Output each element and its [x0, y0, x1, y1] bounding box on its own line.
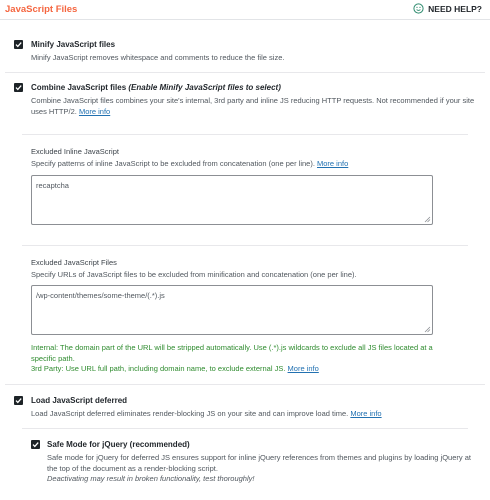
checkmark-icon	[15, 85, 22, 91]
internal-note-text: The domain part of the URL will be strip…	[58, 343, 433, 352]
excluded-inline-js-textarea[interactable]: recaptcha	[31, 175, 433, 225]
section-header: JavaScript Files NEED HELP?	[0, 0, 490, 20]
combine-js-checkbox[interactable]	[14, 83, 23, 92]
combine-js-label-hint: (Enable Minify JavaScript files to selec…	[128, 83, 281, 92]
checkmark-icon	[15, 42, 22, 48]
divider	[22, 245, 468, 246]
safe-mode-jquery-description: Safe mode for jQuery for deferred JS ens…	[47, 453, 487, 485]
excluded-js-files-label: Excluded JavaScript Files	[31, 258, 117, 267]
excluded-inline-js-value: recaptcha	[36, 181, 69, 190]
defer-more-info-link[interactable]: More info	[350, 409, 381, 418]
checkmark-icon	[15, 398, 22, 404]
divider	[22, 428, 468, 429]
safe-mode-description-line2: the top of the document as a render-bloc…	[47, 463, 218, 473]
internal-note-label: Internal:	[31, 343, 59, 352]
excluded-inline-js-label: Excluded Inline JavaScript	[31, 147, 119, 156]
resize-handle-icon[interactable]	[424, 326, 431, 333]
excluded-inline-js-description-text: Specify patterns of inline JavaScript to…	[31, 159, 315, 168]
checkmark-icon	[32, 442, 39, 448]
safe-mode-jquery-label: Safe Mode for jQuery (recommended)	[47, 440, 190, 449]
combine-js-label-text: Combine JavaScript files	[31, 83, 127, 92]
minify-js-description: Minify JavaScript removes whitespace and…	[31, 53, 285, 62]
load-js-deferred-description-text: Load JavaScript deferred eliminates rend…	[31, 409, 349, 418]
combine-js-description-line1: Combine JavaScript files combines your s…	[31, 96, 475, 105]
excluded-js-files-notes: Internal: The domain part of the URL wil…	[31, 343, 483, 375]
safe-mode-warning: Deactivating may result in broken functi…	[47, 474, 255, 483]
divider	[22, 134, 468, 135]
third-party-note-text: Use URL full path, including domain name…	[63, 364, 286, 373]
third-party-note-label: 3rd Party:	[31, 364, 64, 373]
excluded-inline-more-info-link[interactable]: More info	[317, 159, 348, 168]
combine-js-description: Combine JavaScript files combines your s…	[31, 96, 483, 117]
divider	[5, 72, 485, 73]
third-party-note: 3rd Party: Use URL full path, including …	[31, 364, 483, 375]
load-js-deferred-description: Load JavaScript deferred eliminates rend…	[31, 409, 382, 420]
combine-js-description-line2: uses HTTP/2. More info	[31, 107, 483, 118]
minify-js-checkbox[interactable]	[14, 40, 23, 49]
excluded-js-files-textarea[interactable]: /wp-content/themes/some-theme/(.*).js	[31, 285, 433, 335]
need-help-button[interactable]: NEED HELP?	[413, 3, 482, 14]
combine-js-description-line2-text: uses HTTP/2.	[31, 106, 77, 116]
safe-mode-description-line1: Safe mode for jQuery for deferred JS ens…	[47, 453, 471, 462]
load-js-deferred-checkbox[interactable]	[14, 396, 23, 405]
combine-more-info-link[interactable]: More info	[79, 107, 110, 116]
internal-note-text-line2: specific path.	[31, 353, 75, 363]
need-help-label: NEED HELP?	[428, 3, 482, 14]
safe-mode-jquery-checkbox[interactable]	[31, 440, 40, 449]
excluded-js-files-value: /wp-content/themes/some-theme/(.*).js	[36, 291, 165, 300]
third-party-more-info-link[interactable]: More info	[288, 364, 319, 373]
load-js-deferred-label: Load JavaScript deferred	[31, 396, 128, 405]
divider	[5, 384, 485, 385]
help-smiley-icon	[413, 3, 424, 14]
section-title: JavaScript Files	[5, 4, 78, 15]
resize-handle-icon[interactable]	[424, 216, 431, 223]
minify-js-label: Minify JavaScript files	[31, 40, 116, 49]
internal-note: Internal: The domain part of the URL wil…	[31, 343, 483, 354]
excluded-js-files-description: Specify URLs of JavaScript files to be e…	[31, 270, 357, 279]
excluded-inline-js-description: Specify patterns of inline JavaScript to…	[31, 159, 348, 170]
combine-js-label: Combine JavaScript files (Enable Minify …	[31, 83, 281, 92]
